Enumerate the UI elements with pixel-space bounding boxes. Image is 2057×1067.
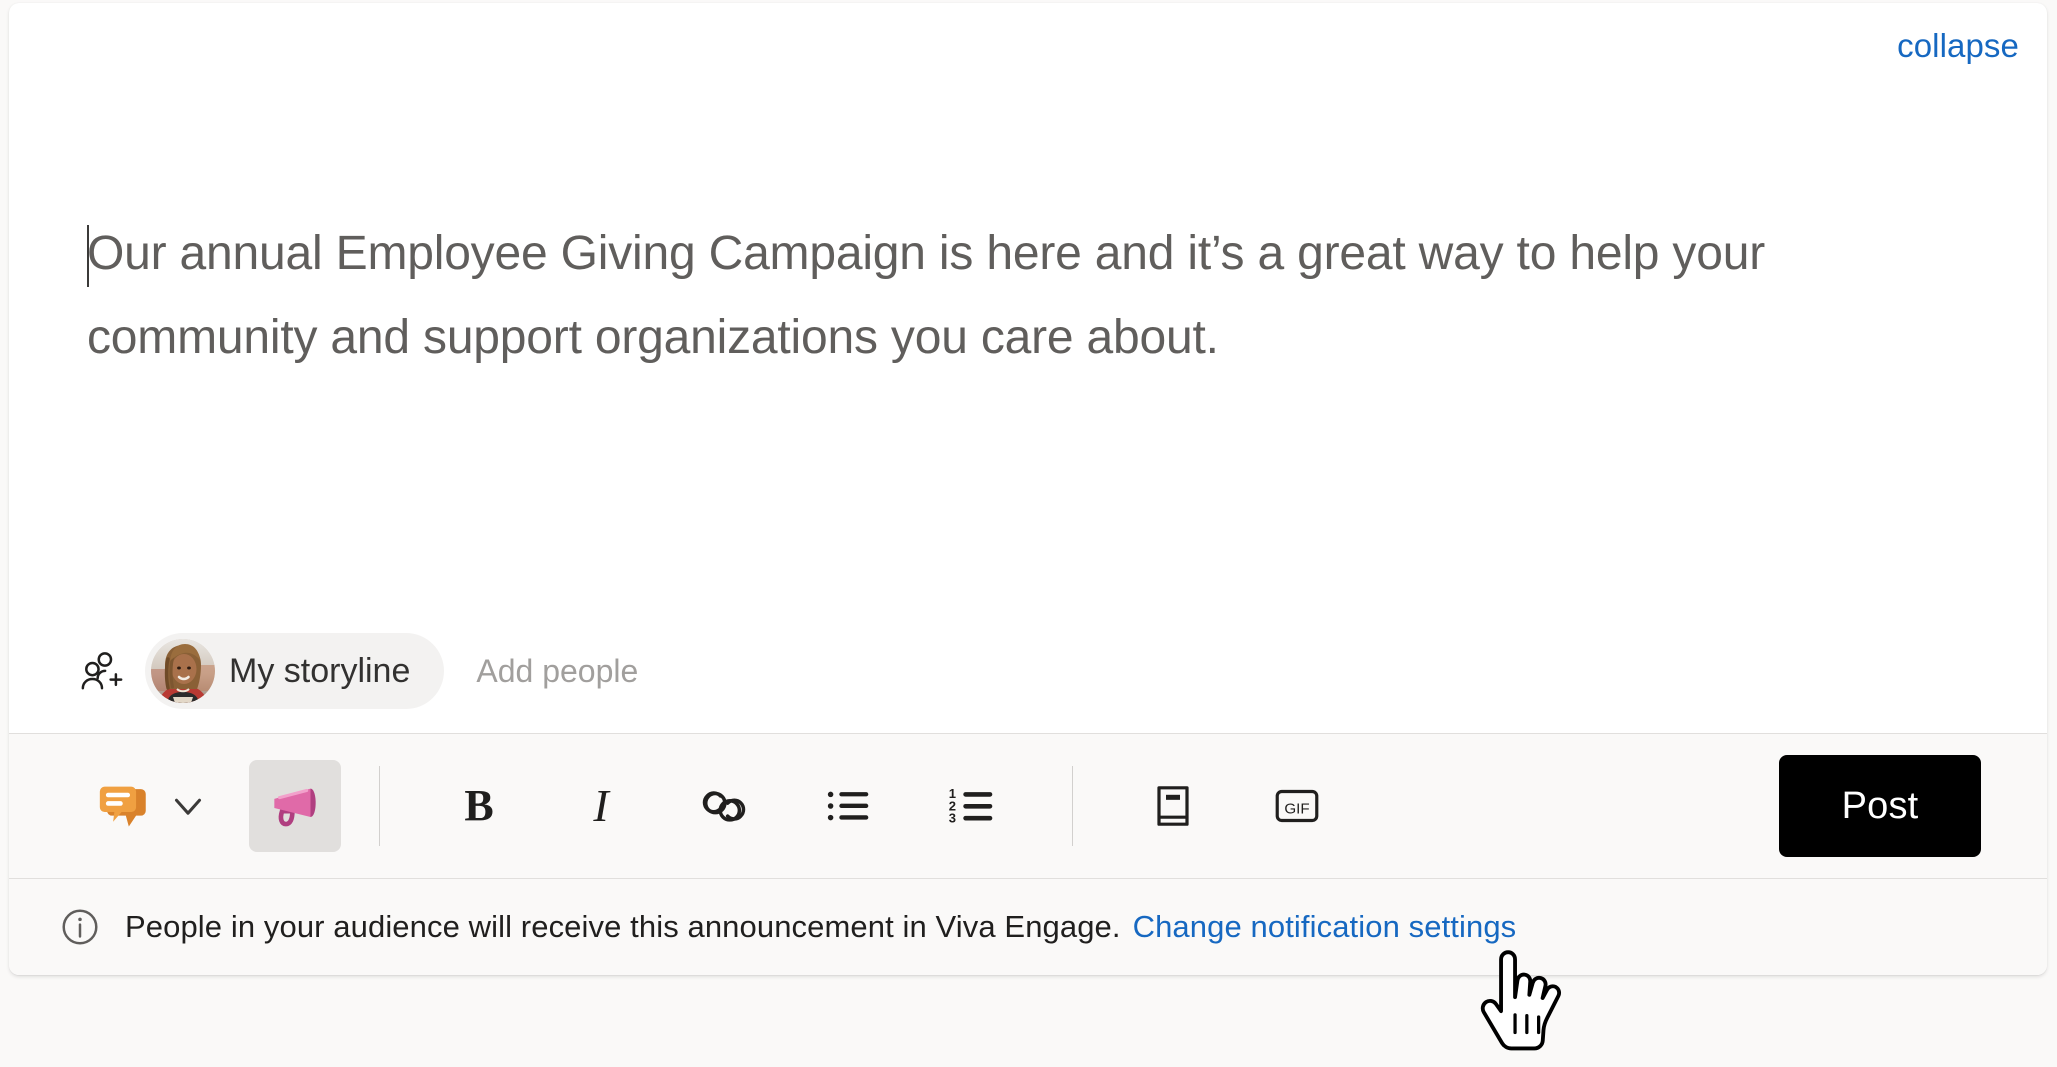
text-caret xyxy=(87,225,89,287)
message-text[interactable]: Our annual Employee Giving Campaign is h… xyxy=(87,87,1907,380)
post-button[interactable]: Post xyxy=(1779,755,1981,857)
svg-text:GIF: GIF xyxy=(1284,801,1309,818)
composer-header: collapse xyxy=(9,3,2047,87)
post-type-announcement-megaphone-icon[interactable] xyxy=(249,760,341,852)
audience-name: My storyline xyxy=(229,652,411,690)
notice-text: People in your audience will receive thi… xyxy=(125,909,1121,945)
italic-button[interactable]: I xyxy=(564,769,638,843)
info-circle-icon xyxy=(59,906,101,948)
notification-notice-bar: People in your audience will receive thi… xyxy=(9,879,2047,975)
link-chain-icon[interactable] xyxy=(684,766,764,846)
post-type-discussion-icon[interactable] xyxy=(93,775,155,837)
collapse-link[interactable]: collapse xyxy=(1897,29,2019,62)
toolbar-divider xyxy=(379,766,380,846)
audience-row: My storyline Add people xyxy=(9,609,2047,733)
bulleted-list-icon[interactable] xyxy=(808,766,888,846)
bold-button[interactable]: B xyxy=(442,769,516,843)
avatar xyxy=(151,639,215,703)
add-people-input[interactable]: Add people xyxy=(476,655,638,687)
change-notification-settings-link[interactable]: Change notification settings xyxy=(1133,909,1517,945)
toolbar-divider-2 xyxy=(1072,766,1073,846)
announcement-composer-card: collapse Our annual Employee Giving Camp… xyxy=(9,3,2047,975)
media-book-icon[interactable] xyxy=(1133,766,1213,846)
chevron-down-icon[interactable] xyxy=(161,777,215,835)
audience-pill-my-storyline[interactable]: My storyline xyxy=(145,633,445,709)
gif-button[interactable]: GIF xyxy=(1257,766,1337,846)
composer-toolbar: B I 1 2 3 GIF Post xyxy=(9,733,2047,879)
add-people-icon[interactable] xyxy=(79,648,125,694)
numbered-list-icon[interactable]: 1 2 3 xyxy=(932,766,1012,846)
message-editor[interactable]: Our annual Employee Giving Campaign is h… xyxy=(9,87,2047,609)
svg-text:3: 3 xyxy=(949,811,956,826)
